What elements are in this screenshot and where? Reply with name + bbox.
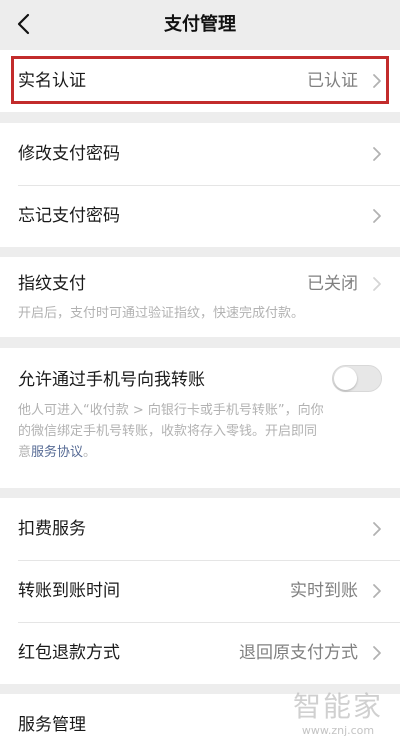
row-label: 服务管理: [18, 715, 86, 735]
row-refund-method[interactable]: 红包退款方式 退回原支付方式: [0, 622, 400, 684]
page-title: 支付管理: [164, 14, 236, 35]
nav-bar: 支付管理: [0, 0, 400, 50]
watermark: 智能家 www.znj.com: [288, 690, 388, 738]
chevron-right-icon: [373, 646, 381, 660]
row-forgot-password[interactable]: 忘记支付密码: [0, 185, 400, 247]
row-label: 转账到账时间: [18, 581, 120, 601]
desc-line: 的微信绑定手机号转账，收款将存入零钱。开启即同: [18, 424, 318, 439]
chevron-right-icon: [373, 147, 381, 161]
watermark-logo: 智能家: [292, 690, 383, 723]
payment-management-screen: 支付管理 实名认证 已认证 修改支付密码 忘记支付密码 指纹支付 已关闭 开启后…: [0, 0, 400, 754]
chevron-right-icon: [373, 277, 381, 291]
row-label: 扣费服务: [18, 519, 86, 539]
chevron-right-icon: [373, 584, 381, 598]
chevron-right-icon: [373, 209, 381, 223]
chevron-right-icon: [373, 522, 381, 536]
row-label: 修改支付密码: [18, 144, 120, 164]
desc-text: 。: [83, 445, 97, 460]
service-agreement-link[interactable]: 服务协议: [31, 445, 83, 460]
desc-line: 他人可进入“收付款 > 向银行卡或手机号转账”，向你: [18, 403, 324, 418]
highlight-box: [11, 56, 389, 104]
phone-transfer-description: 他人可进入“收付款 > 向银行卡或手机号转账”，向你 的微信绑定手机号转账，收款…: [18, 400, 382, 463]
row-deduction-service[interactable]: 扣费服务: [0, 498, 400, 560]
phone-transfer-toggle[interactable]: [332, 365, 382, 392]
row-modify-password[interactable]: 修改支付密码: [0, 123, 400, 185]
group-password: 修改支付密码 忘记支付密码: [0, 123, 400, 247]
fingerprint-description: 开启后，支付时可通过验证指纹，快速完成付款。: [18, 306, 305, 321]
row-transfer-time[interactable]: 转账到账时间 实时到账: [0, 560, 400, 622]
row-value: 实时到账: [290, 581, 358, 601]
desc-line: 意服务协议。: [18, 442, 382, 463]
row-label: 红包退款方式: [18, 643, 120, 663]
toggle-knob: [334, 367, 357, 390]
desc-text: 意: [18, 445, 32, 460]
group-services: 扣费服务 转账到账时间 实时到账 红包退款方式 退回原支付方式: [0, 498, 400, 684]
group-fingerprint: 指纹支付 已关闭 开启后，支付时可通过验证指纹，快速完成付款。: [0, 257, 400, 337]
row-label: 允许通过手机号向我转账: [18, 370, 205, 390]
watermark-url: www.znj.com: [301, 724, 375, 737]
row-value: 退回原支付方式: [239, 643, 358, 663]
row-label: 忘记支付密码: [18, 206, 120, 226]
